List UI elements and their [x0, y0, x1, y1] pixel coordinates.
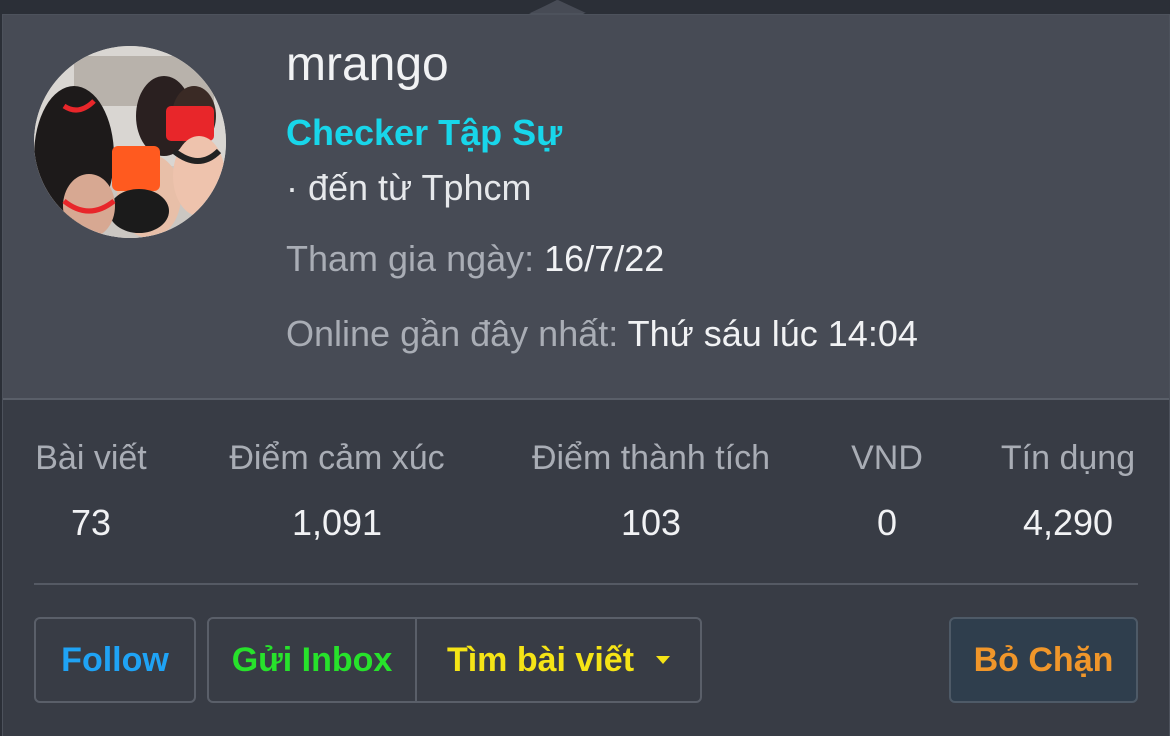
last-online-value: Thứ sáu lúc 14:04: [627, 313, 918, 354]
stat-label: Bài viết: [35, 439, 147, 477]
stat-value: 1,091: [291, 502, 383, 543]
stat-trophy-points: Điểm thành tích 103: [516, 439, 786, 544]
stat-reactions: Điểm cảm xúc 1,091: [217, 439, 457, 544]
stat-value: 103: [620, 502, 682, 543]
username[interactable]: mrango: [286, 37, 449, 92]
unblock-button[interactable]: Bỏ Chặn: [949, 617, 1138, 703]
last-online-row: Online gần đây nhất: Thứ sáu lúc 14:04: [286, 313, 918, 355]
stat-label: VND: [851, 439, 923, 477]
avatar-image: [34, 46, 226, 238]
stat-value: 4,290: [1022, 502, 1114, 543]
find-posts-label: Tìm bài viết: [446, 640, 635, 679]
popover-arrow-fill: [530, 0, 586, 13]
stat-label: Tín dụng: [1000, 439, 1136, 477]
stat-vnd: VND 0: [837, 439, 937, 544]
find-posts-dropdown[interactable]: Tìm bài viết: [415, 617, 702, 703]
member-header: mrango Checker Tập Sự · đến từ Tphcm Tha…: [3, 0, 1169, 400]
stat-value: 0: [876, 502, 898, 543]
stat-label: Điểm thành tích: [531, 439, 771, 477]
user-location: · đến từ Tphcm: [286, 167, 532, 208]
joined-label: Tham gia ngày:: [286, 238, 535, 279]
divider: [34, 583, 1138, 585]
stat-label: Điểm cảm xúc: [229, 439, 445, 477]
joined-value: 16/7/22: [544, 238, 665, 279]
stat-credits: Tín dụng 4,290: [988, 439, 1148, 544]
last-online-label: Online gần đây nhất:: [286, 313, 619, 354]
stat-value: 73: [70, 502, 112, 543]
member-tooltip-card: mrango Checker Tập Sự · đến từ Tphcm Tha…: [2, 0, 1170, 736]
stat-posts: Bài viết 73: [21, 439, 161, 544]
joined-row: Tham gia ngày: 16/7/22: [286, 238, 664, 280]
caret-down-icon: [656, 656, 671, 664]
send-inbox-button[interactable]: Gửi Inbox: [207, 617, 417, 703]
avatar[interactable]: [34, 46, 226, 238]
follow-button[interactable]: Follow: [34, 617, 196, 703]
user-rank-title: Checker Tập Sự: [286, 112, 563, 153]
